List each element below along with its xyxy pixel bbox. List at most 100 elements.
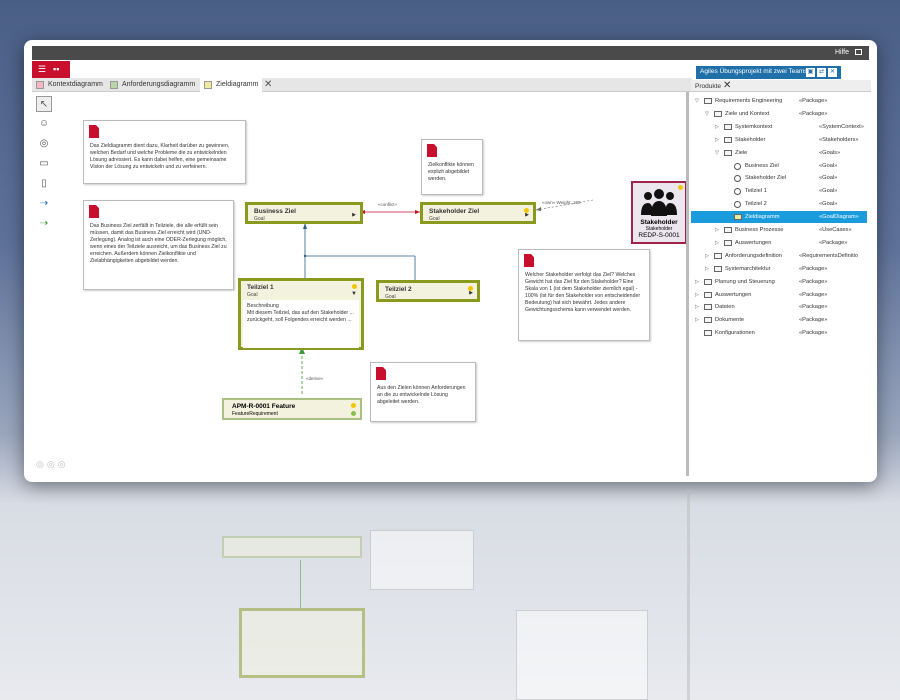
goal-type: Goal bbox=[429, 216, 440, 222]
relation-tool-icon[interactable]: ⇢ bbox=[36, 196, 52, 212]
goal-tool-icon[interactable]: ◎ bbox=[36, 136, 52, 152]
tree-item-stereotype: «Package» bbox=[799, 330, 828, 337]
expand-icon[interactable]: ▶ bbox=[525, 212, 529, 218]
tree-item[interactable]: ▽ Requirements Engineering «Package» bbox=[691, 95, 867, 107]
goal-title: Teilziel 2 bbox=[385, 286, 412, 293]
pointer-tool-icon[interactable]: ↖ bbox=[36, 96, 52, 112]
diagram-icon bbox=[204, 81, 212, 89]
folder-icon bbox=[714, 110, 722, 117]
goal-business-ziel[interactable]: Business Ziel Goal ▶ bbox=[245, 202, 363, 224]
note-text: Das Business Ziel zerfällt in Teilziele,… bbox=[90, 223, 227, 264]
note-icon bbox=[427, 144, 437, 157]
note-text: Welcher Stakeholder verfolgt das Ziel? W… bbox=[525, 272, 641, 313]
project-selector[interactable]: Agiles Übungsprojekt mit zwei Teams ▣ ⇄ … bbox=[696, 66, 841, 79]
note-stakeholder[interactable]: Welcher Stakeholder verfolgt das Ziel? W… bbox=[518, 249, 650, 341]
panel-splitter[interactable] bbox=[686, 92, 689, 476]
goal-type: Goal bbox=[247, 292, 258, 298]
expand-toggle-icon[interactable]: ▷ bbox=[695, 289, 699, 301]
zoom-in-icon[interactable]: ◎ bbox=[36, 459, 47, 469]
zoom-out-icon[interactable]: ◎ bbox=[47, 459, 58, 469]
folder-icon bbox=[704, 98, 712, 104]
expand-toggle-icon[interactable]: ▽ bbox=[695, 95, 699, 107]
goal-title: Teilziel 1 bbox=[247, 284, 274, 291]
project-close-icon[interactable]: ✕ bbox=[828, 68, 837, 77]
view-toggle-icon[interactable]: ▪▪ bbox=[53, 65, 59, 74]
fit-icon[interactable]: ◎ bbox=[58, 459, 69, 469]
tree-item[interactable]: Stakeholder Ziel «Goal» bbox=[691, 172, 867, 184]
tree-item[interactable]: ▷ Business Prozesse «UseCases» bbox=[691, 224, 867, 236]
tab-kontextdiagramm[interactable]: Kontextdiagramm bbox=[32, 78, 107, 92]
stakeholder-tool-icon[interactable]: ☺ bbox=[36, 116, 52, 132]
tab-anforderungsdiagramm[interactable]: Anforderungsdiagramm bbox=[106, 78, 199, 92]
expand-toggle-icon[interactable]: ▷ bbox=[695, 314, 699, 326]
tree-item[interactable]: ▷ Dateien «Package» bbox=[691, 301, 867, 313]
goal-teilziel-2[interactable]: Teilziel 2 Goal ▶ bbox=[376, 280, 480, 302]
expand-toggle-icon[interactable]: ▷ bbox=[715, 134, 719, 146]
goal-teilziel-1[interactable]: Teilziel 1 Goal ▼ Beschreibung Mit diesem… bbox=[238, 278, 364, 350]
diagram-tabs: Kontextdiagramm Anforderungsdiagramm Zie… bbox=[32, 78, 692, 92]
stakeholder-element[interactable]: Stakeholder Stakeholder REDP-S-0001 bbox=[631, 181, 687, 244]
menu-icon[interactable]: ☰ bbox=[38, 65, 46, 74]
expand-toggle-icon[interactable]: ▷ bbox=[695, 301, 699, 313]
folder-icon bbox=[724, 123, 732, 130]
folder-icon bbox=[724, 227, 732, 233]
tree-item[interactable]: Teilziel 2 «Goal» bbox=[691, 198, 867, 210]
maximize-icon[interactable] bbox=[855, 49, 862, 55]
goal-icon bbox=[734, 162, 741, 170]
tree-item[interactable]: Zieldiagramm «GoalDiagram» bbox=[691, 211, 867, 224]
collapse-icon[interactable]: ▼ bbox=[351, 291, 357, 297]
note-business-ziel[interactable]: Das Business Ziel zerfällt in Teilziele,… bbox=[83, 200, 234, 290]
tree-item-stereotype: «Goals» bbox=[819, 149, 841, 156]
tree-item[interactable]: ▷ Auswertungen «Package» bbox=[691, 237, 867, 249]
project-info-icon[interactable]: ▣ bbox=[806, 68, 815, 77]
diagram-canvas[interactable]: Das Zieldiagramm dient dazu, Klarheit da… bbox=[60, 94, 687, 474]
goal-title: Stakeholder Ziel bbox=[429, 208, 480, 215]
expand-toggle-icon[interactable]: ▷ bbox=[715, 224, 719, 236]
tree-item-label: Stakeholder bbox=[735, 136, 766, 143]
tree-item[interactable]: ▷ Systemkontext «SystemContext» bbox=[691, 121, 867, 133]
tree-item-stereotype: «Package» bbox=[799, 278, 828, 285]
tree-item[interactable]: ▽ Ziele «Goals» bbox=[691, 147, 867, 159]
note-zielkonflikte[interactable]: Zielkonflikte können explizit abgebildet… bbox=[421, 139, 483, 195]
expand-icon[interactable]: ▶ bbox=[469, 290, 473, 296]
description-text: Mit diesem Teilziel, das auf den Stakeho… bbox=[247, 310, 354, 323]
expand-toggle-icon[interactable]: ▷ bbox=[715, 121, 719, 133]
expand-toggle-icon[interactable]: ▽ bbox=[715, 147, 719, 159]
tree-item[interactable]: Business Ziel «Goal» bbox=[691, 160, 867, 172]
expand-toggle-icon[interactable]: ▷ bbox=[695, 276, 699, 288]
diagram-icon bbox=[110, 81, 118, 89]
note-zieldiagramm[interactable]: Das Zieldiagramm dient dazu, Klarheit da… bbox=[83, 120, 246, 184]
tree-item-label: Systemkontext bbox=[735, 123, 773, 130]
expand-toggle-icon[interactable]: ▷ bbox=[705, 263, 709, 275]
tree-item[interactable]: Konfigurationen «Package» bbox=[691, 327, 867, 339]
tree-item-label: Business Prozesse bbox=[735, 227, 784, 233]
splitter-reflection bbox=[687, 490, 690, 700]
expand-toggle-icon[interactable]: ▽ bbox=[705, 108, 709, 120]
expand-icon[interactable]: ▶ bbox=[352, 212, 356, 218]
tree-item[interactable]: ▽ Ziele und Kontext «Package» bbox=[691, 108, 867, 120]
expand-toggle-icon[interactable]: ▷ bbox=[715, 237, 719, 249]
derive-tool-icon[interactable]: ⇢ bbox=[36, 216, 52, 232]
tree-item[interactable]: ▷ Auswertungen «Package» bbox=[691, 289, 867, 301]
help-link[interactable]: Hilfe bbox=[835, 49, 849, 56]
feature-requirement[interactable]: APM-R-0001 Feature FeatureRequirement bbox=[222, 398, 362, 420]
canvas-controls: ◎◎◎ bbox=[36, 459, 69, 470]
tree-item[interactable]: ▷ Dokumente «Package» bbox=[691, 314, 867, 326]
expand-toggle-icon[interactable]: ▷ bbox=[705, 250, 709, 262]
tree-item[interactable]: ▷ Stakeholder «Stakeholders» bbox=[691, 134, 867, 146]
close-panel-icon[interactable]: ✕ bbox=[723, 80, 731, 91]
close-tab-icon[interactable]: ✕ bbox=[264, 79, 272, 90]
feature-tool-icon[interactable]: ▭ bbox=[36, 156, 52, 172]
tab-zieldiagramm[interactable]: Zieldiagramm bbox=[200, 78, 263, 92]
tree-item[interactable]: ▷ Systemarchitektur «Package» bbox=[691, 263, 867, 275]
tree-item[interactable]: ▷ Anforderungsdefinition «RequirementsDefi… bbox=[691, 250, 867, 262]
note-anforderungen[interactable]: Aus den Zielen können Anforderungen an d… bbox=[370, 362, 476, 422]
goal-stakeholder-ziel[interactable]: Stakeholder Ziel Goal ▶ bbox=[420, 202, 536, 224]
main-toolbar: ☰ ▪▪ bbox=[32, 61, 70, 78]
tree-item[interactable]: ▷ Planung und Steuerung «Package» bbox=[691, 276, 867, 288]
project-switch-icon[interactable]: ⇄ bbox=[817, 68, 826, 77]
app-window: Hilfe ☰ ▪▪ Kontextdiagramm Anforderungsd… bbox=[24, 40, 877, 482]
tree-item[interactable]: Teilziel 1 «Goal» bbox=[691, 185, 867, 197]
note-icon bbox=[89, 125, 99, 138]
note-tool-icon[interactable]: ▯ bbox=[36, 176, 52, 192]
